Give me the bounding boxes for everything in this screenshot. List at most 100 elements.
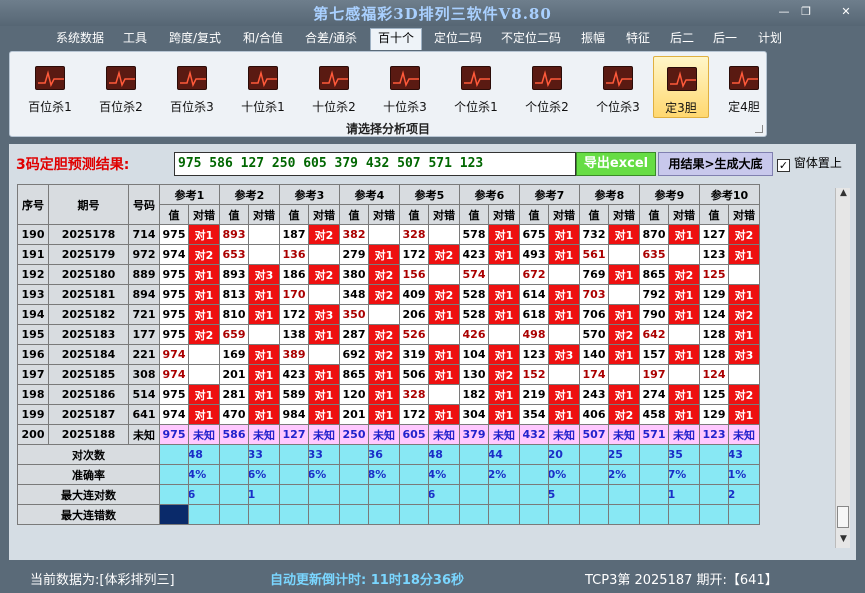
scroll-down-icon[interactable]: ▼ [836,534,851,548]
cell-value: 642 [639,324,669,345]
countdown-status: 自动更新倒计时: 11时18分36秒 [270,573,464,588]
vertical-scrollbar[interactable]: ▲ ▼ [835,188,850,548]
cell-value: 574 [459,264,489,285]
topmost-checkbox[interactable]: ✓ 窗体置上 [777,154,842,172]
latest-draw-status: TCP3第 2025187 期开:【641】 [585,573,778,588]
menu-fixed-two[interactable]: 定位二码 [428,29,488,49]
table-row[interactable]: 197 2025185 308 974 201 对1 423 对1 865 对1 506 对1 130 对… [17,364,760,385]
menu-diff[interactable]: 合差/通杀 [298,29,364,49]
cell-hit: 对3 [248,264,280,285]
ribbon-expand-icon[interactable] [755,125,763,133]
cell-hit: 对1 [608,264,640,285]
row-period: 2025184 [48,344,129,365]
stats-spacer [519,484,549,505]
cell-hit [608,364,640,385]
ribbon-button-5[interactable]: 十位杀2 [302,56,366,118]
line-chart-icon [248,66,278,90]
cell-value: 328 [399,224,429,245]
table-row[interactable]: 192 2025180 889 975 对1 893 对3 186 对2 380 对2 156 574 6… [17,264,760,285]
menu-tools[interactable]: 工具 [116,29,154,49]
menu-last-two[interactable]: 后二 [664,29,700,49]
menu-amplitude[interactable]: 振幅 [574,29,612,49]
table-row[interactable]: 195 2025183 177 975 对2 659 138 对1 287 对2 526 426 498… [17,324,760,345]
restore-button[interactable]: ❐ [798,5,814,19]
main-content: 3码定胆预测结果: 975 586 127 250 605 379 432 50… [9,144,856,560]
cell-hit [428,384,460,405]
cell-hit: 未知 [428,424,460,445]
stats-value: 8 [308,484,340,505]
row-seq: 197 [17,364,49,385]
table-row[interactable]: 191 2025179 972 974 对2 653 136 279 对1 172 对2 423 对1 4… [17,244,760,265]
cell-value: 243 [579,384,609,405]
row-seq: 200 [17,424,49,445]
generate-button[interactable]: 用结果>生成大底 [658,152,773,176]
cell-value: 810 [219,304,249,325]
table-row[interactable]: 190 2025178 714 975 对1 893 187 对2 382 328 578 对1 675… [17,224,760,245]
ribbon-button-7[interactable]: 个位杀1 [444,56,508,118]
table-row[interactable]: 194 2025182 721 975 对1 810 对1 172 对3 350 206 对1 528 对… [17,304,760,325]
row-code: 514 [128,384,160,405]
header-ref-5: 参考5 [399,184,460,205]
ribbon-button-2[interactable]: 百位杀2 [89,56,153,118]
scroll-thumb[interactable] [837,506,849,528]
ribbon-button-3[interactable]: 百位杀3 [160,56,224,118]
stats-spacer [519,504,549,525]
checkbox-check-icon[interactable]: ✓ [777,159,790,172]
cell-hit: 对3 [308,304,340,325]
row-code: 221 [128,344,160,365]
cell-value: 703 [579,284,609,305]
stats-value: 72% [488,464,520,485]
cell-hit [668,364,700,385]
line-chart-icon [667,67,697,91]
stats-spacer [699,504,729,525]
cell-hit: 对1 [308,324,340,345]
cell-value: 458 [639,404,669,425]
stats-value: 16 [428,484,460,505]
minimize-button[interactable]: — [776,5,792,19]
cell-hit: 未知 [248,424,280,445]
table-row[interactable]: 199 2025187 641 974 对1 470 对1 984 对1 201 对1 172 对1 30… [17,404,760,425]
menu-position[interactable]: 百十个 [370,28,422,50]
ribbon-button-8[interactable]: 个位杀2 [515,56,579,118]
ribbon-button-6[interactable]: 十位杀3 [373,56,437,118]
cell-value: 409 [399,284,429,305]
ribbon-button-10[interactable]: 定3胆 [653,56,709,118]
menu-unfixed-two[interactable]: 不定位二码 [494,29,568,49]
menu-sum[interactable]: 和/合值 [234,29,292,49]
cell-value: 206 [399,304,429,325]
scroll-up-icon[interactable]: ▲ [836,188,851,202]
cell-value: 586 [219,424,249,445]
table-row[interactable]: 193 2025181 894 975 对1 813 对1 170 348 对2 409 对2 528 对… [17,284,760,305]
header-ref-10: 参考10 [699,184,760,205]
table-row[interactable]: 196 2025184 221 974 169 对1 389 692 对2 319 对1 104 对1 1… [17,344,760,365]
cell-value: 769 [579,264,609,285]
menu-last-one[interactable]: 后一 [706,29,744,49]
cell-hit [308,344,340,365]
stats-spacer [159,464,189,485]
table-row[interactable]: 200 2025188 未知 975 未知 586 未知 127 未知 250 未知 605 未知 379… [17,424,760,445]
export-excel-button[interactable]: 导出excel [576,152,656,176]
stats-value: 133 [248,444,280,465]
table-row[interactable]: 198 2025186 514 975 对1 281 对1 589 对1 120 对1 328 182 对… [17,384,760,405]
cell-hit: 对1 [308,364,340,385]
cell-hit: 对1 [248,284,280,305]
ribbon-button-4[interactable]: 十位杀1 [231,56,295,118]
row-seq: 192 [17,264,49,285]
result-field[interactable]: 975 586 127 250 605 379 432 507 571 123 [174,152,576,176]
ribbon-button-1[interactable]: 百位杀1 [18,56,82,118]
menu-system-data[interactable]: 系统数据 [50,29,110,49]
stats-value: 3 [608,504,640,525]
cell-value: 379 [459,424,489,445]
stats-value: 9 [368,484,400,505]
cell-hit: 对1 [608,224,640,245]
close-button[interactable]: ✕ [838,5,854,19]
menu-span[interactable]: 跨度/复式 [162,29,228,49]
cell-hit: 对2 [188,324,220,345]
ribbon-button-11[interactable]: 定4胆 [716,56,772,118]
menu-feature[interactable]: 特征 [618,29,658,49]
row-seq: 190 [17,224,49,245]
menu-plan[interactable]: 计划 [750,29,790,49]
stats-spacer [699,484,729,505]
ribbon-button-9[interactable]: 个位杀3 [586,56,650,118]
cell-value: 172 [399,244,429,265]
